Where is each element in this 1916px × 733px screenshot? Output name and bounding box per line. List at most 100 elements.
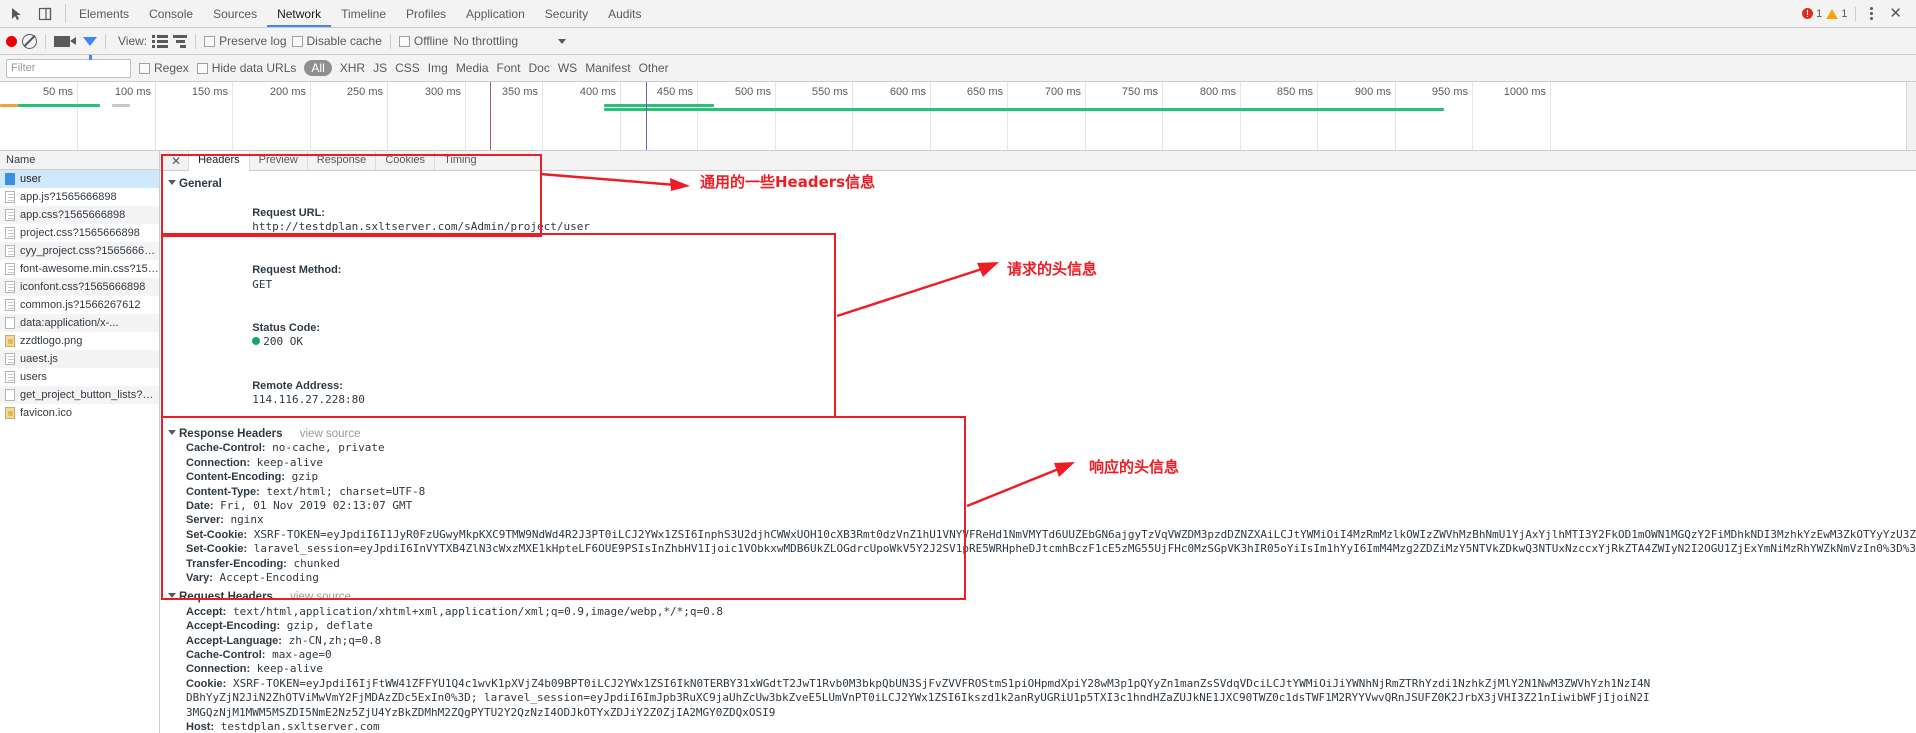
list-item[interactable]: favicon.ico [0, 404, 159, 422]
js-file-icon [5, 353, 15, 365]
request-name: user [20, 173, 42, 185]
network-overview[interactable]: 50 ms 100 ms 150 ms 200 ms 250 ms 300 ms… [0, 82, 1916, 151]
funnel-icon[interactable] [83, 36, 97, 60]
preserve-log-checkbox[interactable]: Preserve log [204, 34, 287, 48]
list-item[interactable]: user [0, 170, 159, 188]
ruler-tick-label: 400 ms [579, 86, 616, 98]
request-details-panel: ✕ Headers Preview Response Cookies Timin… [160, 151, 1916, 733]
tab-timing[interactable]: Timing [434, 151, 486, 170]
data-file-icon [5, 317, 15, 329]
request-name: zzdtlogo.png [20, 335, 83, 347]
disable-cache-checkbox[interactable]: Disable cache [291, 34, 382, 48]
tab-security[interactable]: Security [535, 0, 598, 27]
warning-icon [1826, 8, 1839, 19]
filter-type-img[interactable]: Img [428, 61, 448, 75]
filter-type-all[interactable]: All [304, 60, 332, 76]
record-icon[interactable] [6, 35, 17, 47]
tab-headers[interactable]: Headers [188, 151, 249, 171]
list-item[interactable]: uaest.js [0, 350, 159, 368]
filter-type-font[interactable]: Font [497, 61, 521, 75]
tab-cookies[interactable]: Cookies [375, 151, 434, 170]
general-section-title[interactable]: General [168, 177, 1916, 191]
tab-timeline[interactable]: Timeline [331, 0, 396, 27]
throttling-select[interactable]: No throttling [453, 34, 567, 48]
view-source-link[interactable]: view source [300, 428, 361, 440]
offline-checkbox[interactable]: Offline [398, 34, 448, 48]
header-value: laravel_session=eyJpdiI6InVYTXB4ZlN3cWxz… [253, 542, 1916, 556]
filter-type-js[interactable]: JS [373, 61, 387, 75]
ruler-tick-label: 600 ms [889, 86, 926, 98]
request-headers-section-title[interactable]: Request Headers view source [168, 590, 1916, 604]
header-value: 114.116.27.228:80 [252, 393, 365, 407]
tab-application[interactable]: Application [456, 0, 535, 27]
tab-audits[interactable]: Audits [598, 0, 651, 27]
header-value: max-age=0 [272, 648, 332, 661]
tab-preview[interactable]: Preview [248, 151, 307, 170]
list-view-icon[interactable] [152, 34, 169, 48]
list-item[interactable]: iconfont.css?1565666898 [0, 278, 159, 296]
xhr-file-icon [5, 389, 15, 401]
ruler-tick-label: 550 ms [811, 86, 848, 98]
header-name: Connection: [186, 663, 251, 676]
tab-sources[interactable]: Sources [203, 0, 267, 27]
filter-type-doc[interactable]: Doc [529, 61, 550, 75]
filter-type-other[interactable]: Other [639, 61, 669, 75]
list-item[interactable]: data:application/x-... [0, 314, 159, 332]
list-item[interactable]: get_project_button_lists?proje... [0, 386, 159, 404]
list-item[interactable]: cyy_project.css?1565666898 [0, 242, 159, 260]
response-headers-section-title[interactable]: Response Headers view source [168, 427, 1916, 441]
header-row: Date: Fri, 01 Nov 2019 02:13:07 GMT [168, 499, 1916, 513]
header-value[interactable]: http://testdplan.sxltserver.com/sAdmin/p… [252, 220, 590, 233]
filter-type-ws[interactable]: WS [558, 61, 577, 75]
kebab-menu-icon[interactable] [1864, 3, 1879, 24]
error-count-label: 1 [1816, 7, 1823, 20]
ruler-gridline [465, 82, 466, 150]
header-value: zh-CN,zh;q=0.8 [288, 633, 382, 647]
tab-elements[interactable]: Elements [69, 0, 139, 27]
header-value: keep-alive [256, 662, 324, 676]
filter-type-manifest[interactable]: Manifest [585, 61, 630, 75]
overview-scrollbar[interactable] [1906, 82, 1916, 150]
image-file-icon [5, 335, 15, 347]
error-count-badge[interactable]: 1 [1802, 8, 1822, 20]
ruler-gridline [697, 82, 698, 150]
ruler-tick-label: 300 ms [424, 86, 461, 98]
camera-icon[interactable] [54, 35, 76, 47]
header-row: Remote Address: 114.116.27.228:80 [168, 364, 1916, 422]
network-main: Name user app.js?1565666898 app.css?1565… [0, 151, 1916, 733]
warning-count-badge[interactable]: 1 [1826, 8, 1847, 20]
clear-icon[interactable] [22, 33, 37, 49]
view-source-link[interactable]: view source [290, 591, 351, 603]
css-file-icon [5, 227, 15, 239]
ruler-gridline [1472, 82, 1473, 150]
nettool-divider-4 [389, 33, 391, 49]
device-toggle-icon[interactable] [32, 1, 58, 27]
ruler-gridline [1007, 82, 1008, 150]
list-item[interactable]: font-awesome.min.css?156566... [0, 260, 159, 278]
tab-response[interactable]: Response [306, 151, 376, 170]
regex-checkbox[interactable]: Regex [139, 61, 189, 75]
tab-profiles[interactable]: Profiles [396, 0, 456, 27]
hide-data-urls-checkbox[interactable]: Hide data URLs [196, 61, 296, 75]
filter-type-media[interactable]: Media [456, 61, 489, 75]
close-icon[interactable]: ✕ [164, 154, 188, 168]
list-item[interactable]: zzdtlogo.png [0, 332, 159, 350]
header-name: Set-Cookie: [186, 543, 248, 556]
list-item[interactable]: project.css?1565666898 [0, 224, 159, 242]
list-item[interactable]: common.js?1566267612 [0, 296, 159, 314]
tab-console[interactable]: Console [139, 0, 203, 27]
request-list-column-header[interactable]: Name [0, 151, 159, 170]
list-item[interactable]: app.css?1565666898 [0, 206, 159, 224]
inspect-icon[interactable] [4, 1, 30, 27]
list-item[interactable]: app.js?1565666898 [0, 188, 159, 206]
filter-type-css[interactable]: CSS [395, 61, 420, 75]
ruler-gridline [155, 82, 156, 150]
filter-type-xhr[interactable]: XHR [340, 61, 365, 75]
waterfall-view-icon[interactable] [173, 34, 188, 48]
close-icon[interactable]: ✕ [1883, 4, 1908, 23]
load-event-marker [646, 82, 647, 150]
tab-network[interactable]: Network [267, 0, 331, 27]
filter-input[interactable]: Filter [6, 58, 131, 78]
list-item[interactable]: users [0, 368, 159, 386]
ruler-tick-label: 900 ms [1354, 86, 1391, 98]
